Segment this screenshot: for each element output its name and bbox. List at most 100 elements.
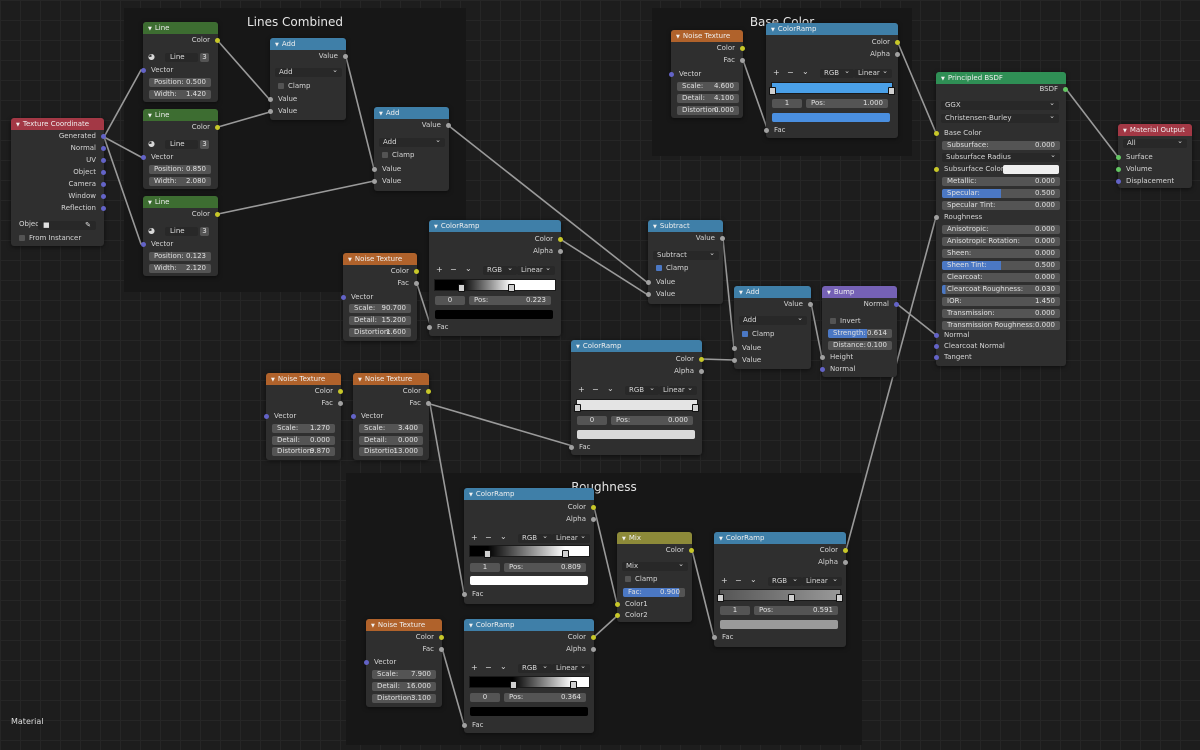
output-socket[interactable]	[720, 236, 725, 241]
collapse-arrow-icon[interactable]: ▼	[148, 200, 152, 206]
color-stop[interactable]	[458, 284, 465, 292]
subsurface-color-swatch[interactable]	[1003, 165, 1059, 174]
node-header[interactable]: ▼ Add	[374, 107, 449, 119]
clamp-row[interactable]: Clamp	[734, 329, 811, 340]
output-socket[interactable]	[895, 52, 900, 57]
chevron-down-icon[interactable]: ⌄	[500, 532, 507, 541]
collapse-arrow-icon[interactable]: ▼	[622, 536, 626, 542]
add-stop-icon[interactable]: +	[471, 533, 478, 542]
input-socket[interactable]	[934, 344, 939, 349]
math-subtract-node[interactable]: ▼Subtract Value Subtract Clamp Value Val…	[646, 220, 725, 304]
stop-color-swatch[interactable]	[470, 707, 588, 716]
chevron-down-icon[interactable]: ⌄	[802, 67, 809, 76]
output-socket[interactable]	[843, 560, 848, 565]
distribution-dropdown[interactable]: GGX	[941, 99, 1059, 110]
output-socket[interactable]	[343, 54, 348, 59]
interpolation-dropdown[interactable]: Linear	[659, 384, 697, 395]
output-socket[interactable]	[591, 517, 596, 522]
output-socket[interactable]	[338, 389, 343, 394]
collapse-arrow-icon[interactable]: ▼	[148, 113, 152, 119]
math-add-node-1[interactable]: ▼Add Value Add Clamp Value Value	[268, 38, 348, 120]
scale-field[interactable]: Scale: 90.700	[349, 304, 411, 313]
output-socket[interactable]	[338, 401, 343, 406]
color-stop[interactable]	[574, 404, 581, 412]
stop-color-swatch[interactable]	[435, 310, 553, 319]
line-group-node-1[interactable]: ▼ Line Color Line 3 ◕ Vector Position: 0.5…	[141, 22, 220, 102]
color-mode-dropdown[interactable]: RGB	[768, 575, 802, 586]
color-ramp-gradient[interactable]	[434, 279, 556, 291]
sheen-field[interactable]: Sheen: 0.000	[942, 249, 1060, 258]
stop-color-swatch[interactable]	[470, 576, 588, 585]
input-socket[interactable]	[646, 280, 651, 285]
interpolation-dropdown[interactable]: Linear	[552, 662, 590, 673]
user-count[interactable]: 3	[200, 140, 209, 149]
anisotropic-rotation-field[interactable]: Anisotropic Rotation: 0.000	[942, 237, 1060, 246]
scale-field[interactable]: Scale: 4.600	[677, 82, 739, 91]
stop-position[interactable]: Pos: 0.000	[611, 416, 693, 425]
collapse-arrow-icon[interactable]: ▼	[271, 377, 275, 383]
input-socket[interactable]	[820, 367, 825, 372]
math-add-node-2[interactable]: ▼Add Value Add Clamp Value Value	[372, 107, 451, 191]
output-socket[interactable]	[101, 206, 106, 211]
input-socket[interactable]	[934, 215, 939, 220]
input-socket[interactable]	[141, 242, 146, 247]
color-stop[interactable]	[769, 87, 776, 95]
distortion-field[interactable]: Distortion: 1.600	[349, 328, 411, 337]
output-socket[interactable]	[101, 146, 106, 151]
collapse-arrow-icon[interactable]: ▼	[469, 623, 473, 629]
input-socket[interactable]	[934, 333, 939, 338]
mix-rgb-node[interactable]: ▼Mix Color Mix Clamp Fac:0.900 Color1 Co…	[615, 532, 694, 622]
input-socket[interactable]	[820, 355, 825, 360]
interpolation-dropdown[interactable]: Linear	[517, 264, 555, 275]
transmission-roughness-field[interactable]: Transmission Roughness: 0.000	[942, 321, 1060, 330]
position-field[interactable]: Position: 0.500	[149, 78, 211, 87]
node-header[interactable]: ▼ Material Output	[1118, 124, 1192, 136]
math-add-node-3[interactable]: ▼Add Value Add Clamp Value Value	[732, 286, 813, 369]
collapse-arrow-icon[interactable]: ▼	[434, 224, 438, 230]
colorramp-node-roughness-1[interactable]: ▼ColorRamp Color Alpha + − ⌄ RGB Linear …	[462, 488, 596, 604]
color-stop[interactable]	[692, 404, 699, 412]
node-header[interactable]: ▼ Subtract	[648, 220, 723, 232]
from-instancer-checkbox[interactable]	[19, 235, 25, 241]
color-stop[interactable]	[510, 681, 517, 689]
color-stop[interactable]	[562, 550, 569, 558]
noise-texture-node-a[interactable]: ▼ Noise Texture Color Fac Vector Scale: 1.…	[264, 373, 343, 460]
metallic-field[interactable]: Metallic: 0.000	[942, 177, 1060, 186]
object-picker[interactable]: ■ ✎	[38, 221, 96, 230]
invert-checkbox[interactable]	[830, 318, 836, 324]
input-socket[interactable]	[732, 358, 737, 363]
distortion-field[interactable]: Distortion: 9.870	[272, 447, 335, 456]
distortion-field[interactable]: Distortio: 13.000	[359, 447, 423, 456]
subsurface-field[interactable]: Subsurface: 0.000	[942, 141, 1060, 150]
collapse-arrow-icon[interactable]: ▼	[739, 290, 743, 296]
output-socket[interactable]	[414, 269, 419, 274]
colorramp-node-mid[interactable]: ▼ColorRamp Color Alpha + − ⌄ RGB Linear …	[427, 220, 563, 336]
output-socket[interactable]	[439, 635, 444, 640]
output-socket[interactable]	[740, 46, 745, 51]
specular-slider[interactable]: Specular: 0.500	[942, 189, 1060, 198]
collapse-arrow-icon[interactable]: ▼	[1123, 128, 1127, 134]
output-socket[interactable]	[101, 182, 106, 187]
input-socket[interactable]	[732, 346, 737, 351]
blend-mode-dropdown[interactable]: Mix	[622, 560, 688, 571]
color-mode-dropdown[interactable]: RGB	[483, 264, 517, 275]
add-stop-icon[interactable]: +	[578, 385, 585, 394]
output-socket[interactable]	[426, 389, 431, 394]
node-header[interactable]: ▼ Noise Texture	[671, 30, 743, 42]
clamp-row[interactable]: Clamp	[617, 574, 692, 585]
color-stop[interactable]	[484, 550, 491, 558]
chevron-down-icon[interactable]: ⌄	[465, 264, 472, 273]
subsurface-radius-dropdown[interactable]: Subsurface Radius	[942, 151, 1060, 162]
input-socket[interactable]	[1116, 179, 1121, 184]
collapse-arrow-icon[interactable]: ▼	[358, 377, 362, 383]
principled-bsdf-node[interactable]: ▼Principled BSDF BSDF GGX Christensen-Bu…	[934, 72, 1068, 366]
collapse-arrow-icon[interactable]: ▼	[676, 34, 680, 40]
texture-coordinate-node[interactable]: ▼ Texture Coordinate Generated Normal UV …	[11, 118, 106, 246]
output-socket[interactable]	[426, 401, 431, 406]
color-stop[interactable]	[570, 681, 577, 689]
node-header[interactable]: ▼ Noise Texture	[343, 253, 417, 265]
collapse-arrow-icon[interactable]: ▼	[941, 76, 945, 82]
output-socket[interactable]	[591, 505, 596, 510]
add-stop-icon[interactable]: +	[721, 576, 728, 585]
input-socket[interactable]	[934, 167, 939, 172]
